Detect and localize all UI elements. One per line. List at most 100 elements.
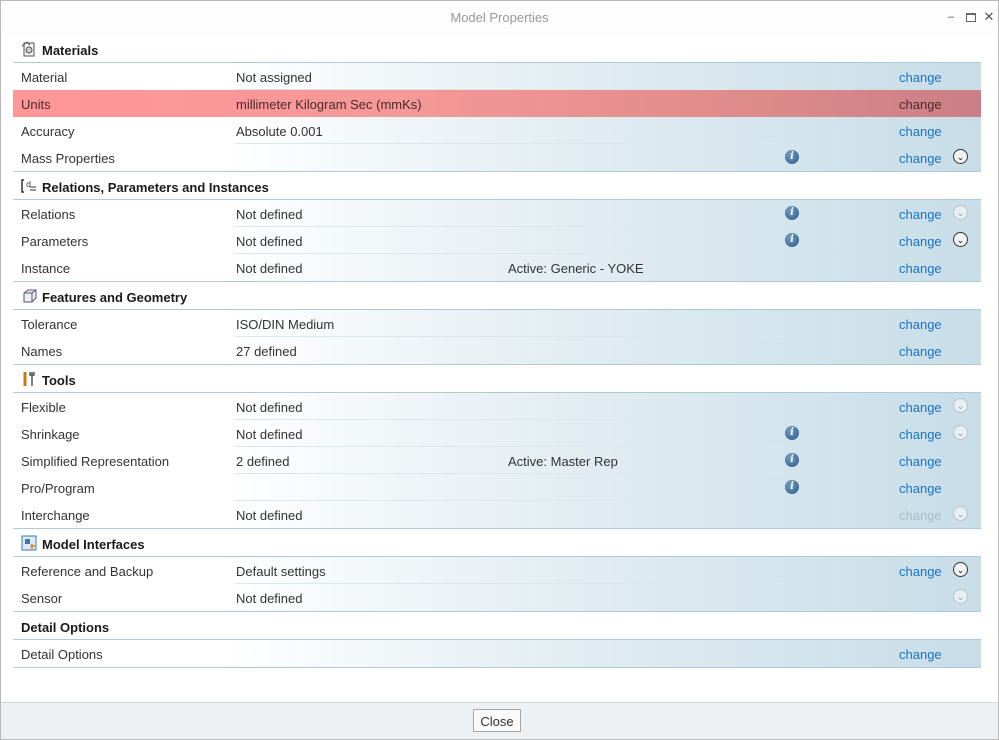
- chevron-down-icon[interactable]: ⌄: [953, 506, 968, 521]
- tools-icon: [23, 372, 35, 386]
- row-label: Shrinkage: [21, 427, 80, 442]
- close-icon[interactable]: ✕: [982, 9, 996, 25]
- row-instance: Instance Not defined Active: Generic - Y…: [13, 254, 981, 281]
- row-label: Parameters: [21, 234, 89, 249]
- chevron-down-icon[interactable]: ⌄: [953, 205, 968, 220]
- section-title-features: Features and Geometry: [42, 290, 188, 305]
- info-icon[interactable]: i: [785, 426, 799, 440]
- close-button[interactable]: Close: [473, 709, 521, 732]
- model-interfaces-icon: [21, 535, 37, 551]
- row-active-info: Active: Master Rep: [508, 454, 618, 469]
- row-label: Relations: [21, 207, 76, 222]
- row-label: Mass Properties: [21, 151, 115, 166]
- shrinkage-change-link[interactable]: change: [899, 427, 942, 442]
- window-title: Model Properties: [450, 10, 549, 25]
- row-value: Not defined: [236, 400, 303, 415]
- features-geometry-icon: [23, 289, 37, 303]
- svg-text:d: d: [26, 180, 31, 189]
- relations-change-link[interactable]: change: [899, 207, 942, 222]
- dialog-footer: Close: [1, 702, 998, 739]
- section-header-features: Features and Geometry: [13, 282, 981, 310]
- info-icon[interactable]: i: [785, 233, 799, 247]
- row-mass-properties: Mass Properties i change ⌄: [13, 144, 981, 171]
- row-label: Detail Options: [21, 647, 103, 662]
- properties-content: Materials Material Not assigned change U…: [13, 35, 981, 668]
- section-title-tools: Tools: [42, 373, 76, 388]
- section-header-interfaces: Model Interfaces: [13, 529, 981, 557]
- section-title-interfaces: Model Interfaces: [42, 537, 145, 552]
- row-units: Units millimeter Kilogram Sec (mmKs) cha…: [13, 90, 981, 117]
- section-header-detail: Detail Options: [13, 612, 981, 640]
- pro-program-change-link[interactable]: change: [899, 481, 942, 496]
- section-header-relations: d Relations, Parameters and Instances: [13, 172, 981, 200]
- row-detail-options: Detail Options change: [13, 640, 981, 667]
- instance-change-link[interactable]: change: [899, 261, 942, 276]
- row-label: Material: [21, 70, 68, 85]
- row-value: Not defined: [236, 207, 303, 222]
- detail-options-change-link[interactable]: change: [899, 647, 942, 662]
- section-model-interfaces: Model Interfaces Reference and Backup De…: [13, 529, 981, 612]
- row-label: Pro/Program: [21, 481, 95, 496]
- maximize-icon[interactable]: [964, 9, 978, 25]
- section-tools: Tools Flexible Not defined change ⌄ Shri…: [13, 365, 981, 529]
- section-relations: d Relations, Parameters and Instances Re…: [13, 172, 981, 282]
- row-tolerance: Tolerance ISO/DIN Medium change: [13, 310, 981, 337]
- tolerance-change-link[interactable]: change: [899, 317, 942, 332]
- row-reference-backup: Reference and Backup Default settings ch…: [13, 557, 981, 584]
- info-icon[interactable]: i: [785, 150, 799, 164]
- row-value: ISO/DIN Medium: [236, 317, 335, 332]
- parameters-change-link[interactable]: change: [899, 234, 942, 249]
- units-change-link[interactable]: change: [899, 97, 942, 112]
- row-pro-program: Pro/Program i change: [13, 474, 981, 501]
- chevron-down-icon[interactable]: ⌄: [953, 398, 968, 413]
- chevron-down-icon[interactable]: ⌄: [953, 589, 968, 604]
- info-icon[interactable]: i: [785, 206, 799, 220]
- row-label: Reference and Backup: [21, 564, 154, 579]
- row-interchange: Interchange Not defined change ⌄: [13, 501, 981, 528]
- row-label: Accuracy: [21, 124, 75, 139]
- simplified-rep-change-link[interactable]: change: [899, 454, 942, 469]
- row-label: Units: [21, 97, 51, 112]
- info-icon[interactable]: i: [785, 480, 799, 494]
- names-change-link[interactable]: change: [899, 344, 942, 359]
- chevron-down-icon[interactable]: ⌄: [953, 425, 968, 440]
- row-shrinkage: Shrinkage Not defined i change ⌄: [13, 420, 981, 447]
- title-bar: Model Properties ‒ ✕: [1, 1, 998, 35]
- mass-properties-change-link[interactable]: change: [899, 151, 942, 166]
- row-value: Not defined: [236, 261, 303, 276]
- section-materials: Materials Material Not assigned change U…: [13, 35, 981, 172]
- row-parameters: Parameters Not defined i change ⌄: [13, 227, 981, 254]
- chevron-down-icon[interactable]: ⌄: [953, 562, 968, 577]
- row-names: Names 27 defined change: [13, 337, 981, 364]
- minimize-icon[interactable]: ‒: [944, 9, 958, 25]
- reference-backup-change-link[interactable]: change: [899, 564, 942, 579]
- relations-icon: d: [21, 179, 36, 193]
- row-relations: Relations Not defined i change ⌄: [13, 200, 981, 227]
- row-value: Default settings: [236, 564, 326, 579]
- row-label: Sensor: [21, 591, 63, 606]
- row-label: Flexible: [21, 400, 66, 415]
- row-label: Interchange: [21, 508, 90, 523]
- row-material: Material Not assigned change: [13, 63, 981, 90]
- row-label: Instance: [21, 261, 71, 276]
- section-title-materials: Materials: [42, 43, 99, 58]
- info-icon[interactable]: i: [785, 453, 799, 467]
- section-header-tools: Tools: [13, 365, 981, 393]
- section-detail-options: Detail Options Detail Options change: [13, 612, 981, 668]
- section-title-detail: Detail Options: [21, 620, 110, 635]
- section-title-relations: Relations, Parameters and Instances: [42, 180, 269, 195]
- row-label: Tolerance: [21, 317, 78, 332]
- row-active-info: Active: Generic - YOKE: [508, 261, 644, 276]
- row-value: Not defined: [236, 234, 303, 249]
- chevron-down-icon[interactable]: ⌄: [953, 232, 968, 247]
- row-value: 2 defined: [236, 454, 290, 469]
- row-accuracy: Accuracy Absolute 0.001 change: [13, 117, 981, 144]
- row-value: Not assigned: [236, 70, 312, 85]
- material-change-link[interactable]: change: [899, 70, 942, 85]
- row-flexible: Flexible Not defined change ⌄: [13, 393, 981, 420]
- flexible-change-link[interactable]: change: [899, 400, 942, 415]
- chevron-down-icon[interactable]: ⌄: [953, 149, 968, 164]
- row-label: Simplified Representation: [21, 454, 170, 469]
- accuracy-change-link[interactable]: change: [899, 124, 942, 139]
- materials-icon: [21, 41, 35, 57]
